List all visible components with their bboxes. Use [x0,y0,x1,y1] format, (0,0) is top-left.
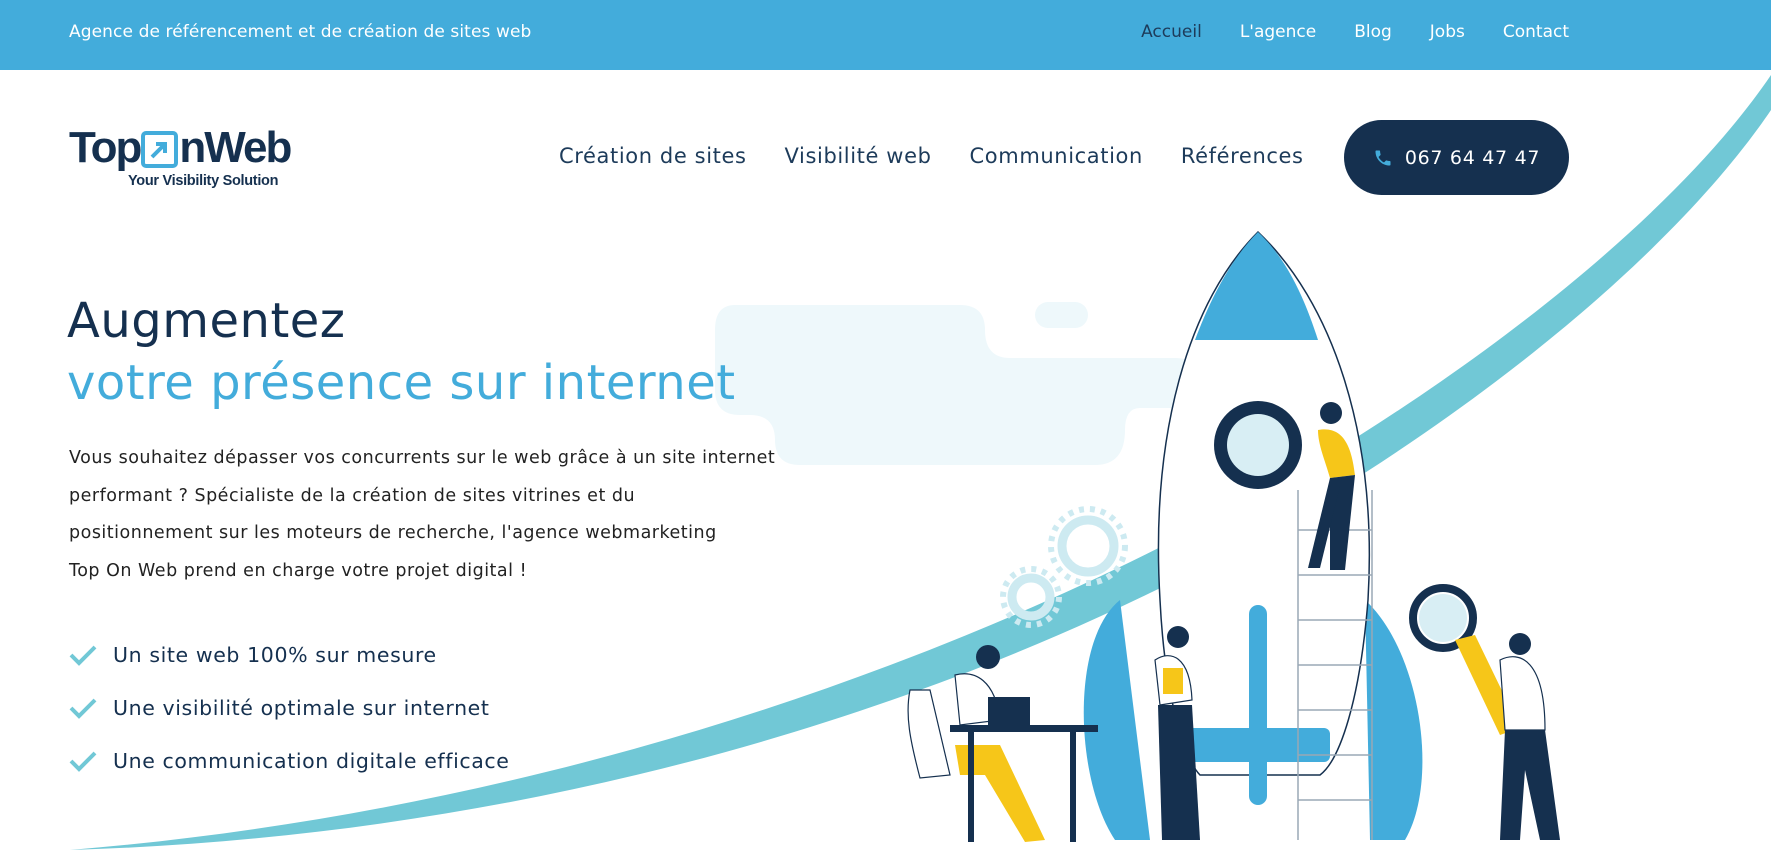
feature-label: Une visibilité optimale sur internet [113,695,490,720]
logo-arrow-icon [141,130,179,168]
hero-title-line1: Augmentez [67,293,346,349]
logo-text-web: nWeb [179,123,292,172]
intro-line: performant ? Spécialiste de la création … [69,485,636,506]
top-bar: Agence de référencement et de création d… [0,0,1771,70]
feature-label: Une communication digitale efficace [113,748,510,773]
check-icon [69,698,97,719]
intro-line: Vous souhaitez dépasser vos concurrents … [69,448,776,468]
phone-button[interactable]: 067 64 47 47 [1344,120,1569,195]
top-nav-contact[interactable]: Contact [1503,22,1569,42]
nav-visibilite-web[interactable]: Visibilité web [785,144,932,168]
nav-references[interactable]: Références [1181,144,1304,168]
top-nav-agence[interactable]: L'agence [1240,22,1316,42]
top-nav-accueil[interactable]: Accueil [1141,22,1202,42]
hero-title-line2: votre présence sur internet [67,355,736,411]
feature-item: Un site web 100% sur mesure [69,628,509,681]
feature-item: Une communication digitale efficace [69,734,509,787]
logo[interactable]: Top nWeb Your Visibility Solution [69,123,292,192]
check-icon [69,645,97,666]
nav-creation-de-sites[interactable]: Création de sites [559,144,747,168]
hero-title: Augmentez votre présence sur internet [67,290,736,414]
phone-number: 067 64 47 47 [1404,146,1541,169]
top-nav-blog[interactable]: Blog [1354,22,1392,42]
intro-line: positionnement sur les moteurs de recher… [69,523,717,543]
phone-icon [1375,150,1391,165]
check-icon [69,751,97,772]
logo-wordmark: Top nWeb [69,123,292,172]
intro-line: Top On Web prend en charge votre projet … [69,560,528,581]
nav-communication[interactable]: Communication [970,144,1143,168]
top-tagline: Agence de référencement et de création d… [69,22,532,42]
feature-item: Une visibilité optimale sur internet [69,681,509,734]
person-with-magnifier [1409,584,1560,840]
logo-slogan: Your Visibility Solution [128,173,279,189]
main-nav: Création de sites Visibilité web Communi… [559,144,1304,168]
logo-text-top: Top [69,123,142,172]
hero-intro: Vous souhaitez dépasser vos concurrents … [69,440,809,590]
top-nav-jobs[interactable]: Jobs [1430,22,1465,42]
feature-label: Un site web 100% sur mesure [113,642,437,667]
feature-list: Un site web 100% sur mesure Une visibili… [69,628,509,787]
top-nav: Accueil L'agence Blog Jobs Contact [1141,22,1569,42]
